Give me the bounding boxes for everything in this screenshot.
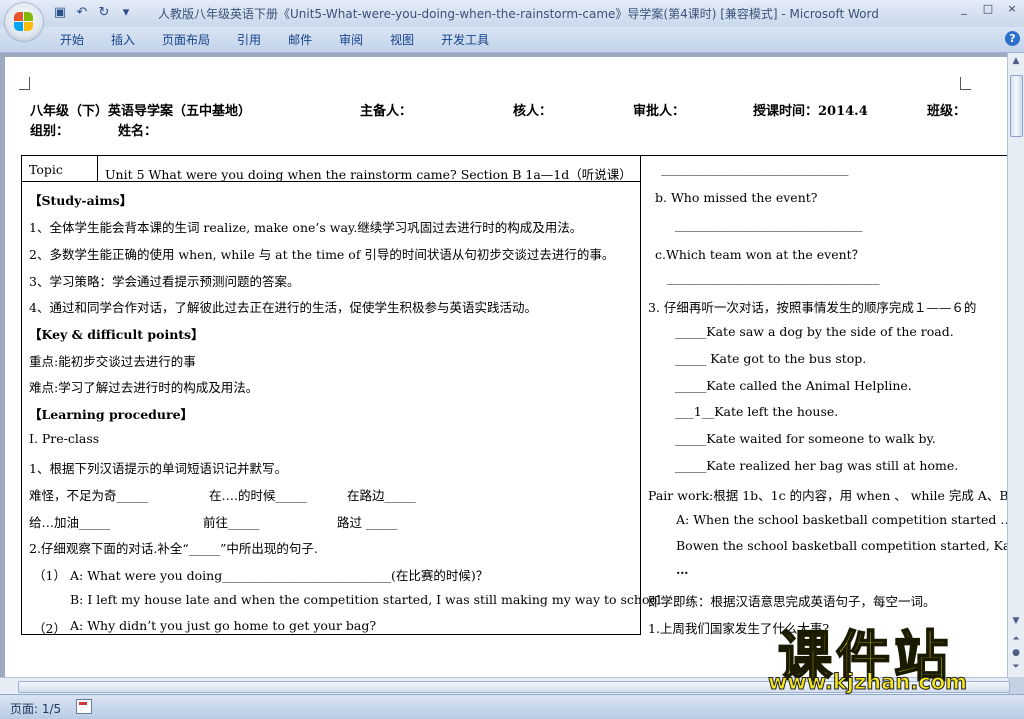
aim-1: 1、全体学生能会背本课的生词 realize, make one’s way.继… <box>29 220 583 235</box>
q2-number: （2） <box>33 621 66 636</box>
key-point: 重点:能初步交谈过去进行的事 <box>29 354 196 369</box>
tab-home[interactable]: 开始 <box>60 31 84 48</box>
table-border-top <box>21 155 1008 156</box>
office-logo-icon <box>14 12 34 32</box>
answer-blank-b: ______________________________ <box>675 217 863 232</box>
scroll-up-icon[interactable]: ▲ <box>1008 53 1024 69</box>
question-b: b. Who missed the event? <box>655 190 818 205</box>
document-page[interactable]: 八年级（下）英语导学案（五中基地） 主备人： 核人： 审批人： 授课时间：201… <box>5 57 1008 677</box>
quick-access-toolbar: ▣ ↶ ↻ ▾ <box>52 5 134 21</box>
pre-class: I. Pre-class <box>29 431 100 446</box>
procedure-heading: 【Learning procedure】 <box>29 407 194 422</box>
undo-icon[interactable]: ↶ <box>74 5 90 21</box>
event-1: _____Kate saw a dog by the side of the r… <box>675 324 954 339</box>
event-6: _____Kate realized her bag was still at … <box>675 458 959 473</box>
topic-label: Topic <box>29 162 63 177</box>
tab-insert[interactable]: 插入 <box>111 31 135 48</box>
header-approver: 审批人： <box>633 104 686 119</box>
crop-mark <box>960 77 971 90</box>
pair-line-b: Bowen the school basketball competition … <box>676 538 1008 553</box>
practice-heading: 即学即练：根据汉语意思完成英语句子，每空一词。 <box>648 594 936 609</box>
header-class: 班级： <box>927 104 967 119</box>
header-group: 组别： <box>30 124 70 139</box>
word-4: 给…加油_____ <box>29 515 111 530</box>
task-2: 2.仔细观察下面的对话.补全“_____”中所出现的句子. <box>29 541 318 556</box>
status-bar: 页面: 1/5 <box>0 694 1024 719</box>
key-points-heading: 【Key & difficult points】 <box>29 327 204 342</box>
document-area: 八年级（下）英语导学案（五中基地） 主备人： 核人： 审批人： 授课时间：201… <box>0 53 1008 677</box>
proofing-icon[interactable] <box>76 699 92 714</box>
q2-line-a: A: Why didn’t you just go home to get yo… <box>70 618 377 633</box>
pair-work: Pair work:根据 1b、1c 的内容，用 when 、 while 完成… <box>648 488 1008 503</box>
study-aims-heading: 【Study-aims】 <box>29 193 133 208</box>
word-1: 难怪，不足为奇_____ <box>29 488 148 503</box>
question-c: c.Which team won at the event？ <box>655 247 865 262</box>
table-border-left <box>21 155 22 635</box>
aim-2: 2、多数学生能正确的使用 when, while 与 at the time o… <box>29 247 615 262</box>
pair-line-a: A: When the school basketball competitio… <box>676 512 1008 527</box>
close-button[interactable]: × <box>1000 0 1024 18</box>
task-3: 3. 仔细再听一次对话，按照事情发生的顺序完成１——６的 <box>648 300 977 315</box>
page-indicator[interactable]: 页面: 1/5 <box>10 700 61 717</box>
task-1: 1、根据下列汉语提示的单词短语识记并默写。 <box>29 461 287 476</box>
q1-number: （1） <box>33 568 66 583</box>
q1-line-a: A: What were you doing__________________… <box>70 568 489 583</box>
header-reviewer: 核人： <box>513 104 553 119</box>
event-5: _____Kate waited for someone to walk by. <box>675 431 936 446</box>
scroll-thumb[interactable] <box>1010 75 1023 137</box>
tab-mailings[interactable]: 邮件 <box>288 31 312 48</box>
header-grade: 八年级（下）英语导学案（五中基地） <box>30 104 252 119</box>
crop-mark <box>19 77 30 90</box>
table-topic-divider <box>97 155 98 181</box>
ribbon-tabs: 开始 插入 页面布局 引用 邮件 审阅 视图 开发工具 <box>60 31 516 48</box>
tab-review[interactable]: 审阅 <box>339 31 363 48</box>
tab-page-layout[interactable]: 页面布局 <box>162 31 210 48</box>
q1-line-b: B: I left my house late and when the com… <box>70 592 665 607</box>
window-controls: _ □ × <box>952 0 1024 22</box>
window-title: 人教版八年级英语下册《Unit5-What-were-you-doing-whe… <box>158 7 879 21</box>
title-bar: ▣ ↶ ↻ ▾ 人教版八年级英语下册《Unit5-What-were-you-d… <box>0 0 1024 27</box>
event-3: _____Kate called the Animal Helpline. <box>675 378 912 393</box>
word-5: 前往_____ <box>203 515 260 530</box>
answer-blank-c: __________________________________ <box>667 270 880 285</box>
word-3: 在路边_____ <box>347 488 416 503</box>
header-time: 授课时间：2014.4 <box>753 104 868 119</box>
ellipsis: … <box>676 562 689 577</box>
tab-references[interactable]: 引用 <box>237 31 261 48</box>
redo-icon[interactable]: ↻ <box>96 5 112 21</box>
tab-developer[interactable]: 开发工具 <box>441 31 489 48</box>
vertical-scrollbar[interactable]: ▲ ▼ ⏶ ● ⏷ <box>1007 53 1024 677</box>
watermark-url: www.kjzhan.com <box>767 670 968 695</box>
save-icon[interactable]: ▣ <box>52 5 68 21</box>
difficult-point: 难点:学习了解过去进行时的构成及用法。 <box>29 380 259 395</box>
tab-view[interactable]: 视图 <box>390 31 414 48</box>
customize-icon[interactable]: ▾ <box>118 5 134 21</box>
header-name: 姓名： <box>118 124 158 139</box>
word-6: 路过 _____ <box>337 515 398 530</box>
ribbon: 开始 插入 页面布局 引用 邮件 审阅 视图 开发工具 ? <box>0 27 1024 53</box>
answer-blank-a: ______________________________ <box>661 161 849 176</box>
word-2: 在….的时候_____ <box>209 488 307 503</box>
event-4: ___1__Kate left the house. <box>675 404 839 419</box>
maximize-button[interactable]: □ <box>976 0 1000 18</box>
topic-value: Unit 5 What were you doing when the rain… <box>105 167 632 182</box>
table-column-divider <box>640 155 641 635</box>
event-2: _____ Kate got to the bus stop. <box>675 351 867 366</box>
header-preparer: 主备人： <box>360 104 413 119</box>
minimize-button[interactable]: _ <box>952 0 976 18</box>
table-border-bottom <box>21 634 641 635</box>
help-icon[interactable]: ? <box>1005 31 1020 46</box>
aim-3: 3、学习策略：学会通过看提示预测问题的答案。 <box>29 274 300 289</box>
watermark-logo: 课件站 www.kjzhan.com <box>758 612 1024 695</box>
aim-4: 4、通过和同学合作对话，了解彼此过去正在进行的生活，促使学生积极参与英语实践活动… <box>29 300 537 315</box>
office-button[interactable] <box>5 3 43 41</box>
